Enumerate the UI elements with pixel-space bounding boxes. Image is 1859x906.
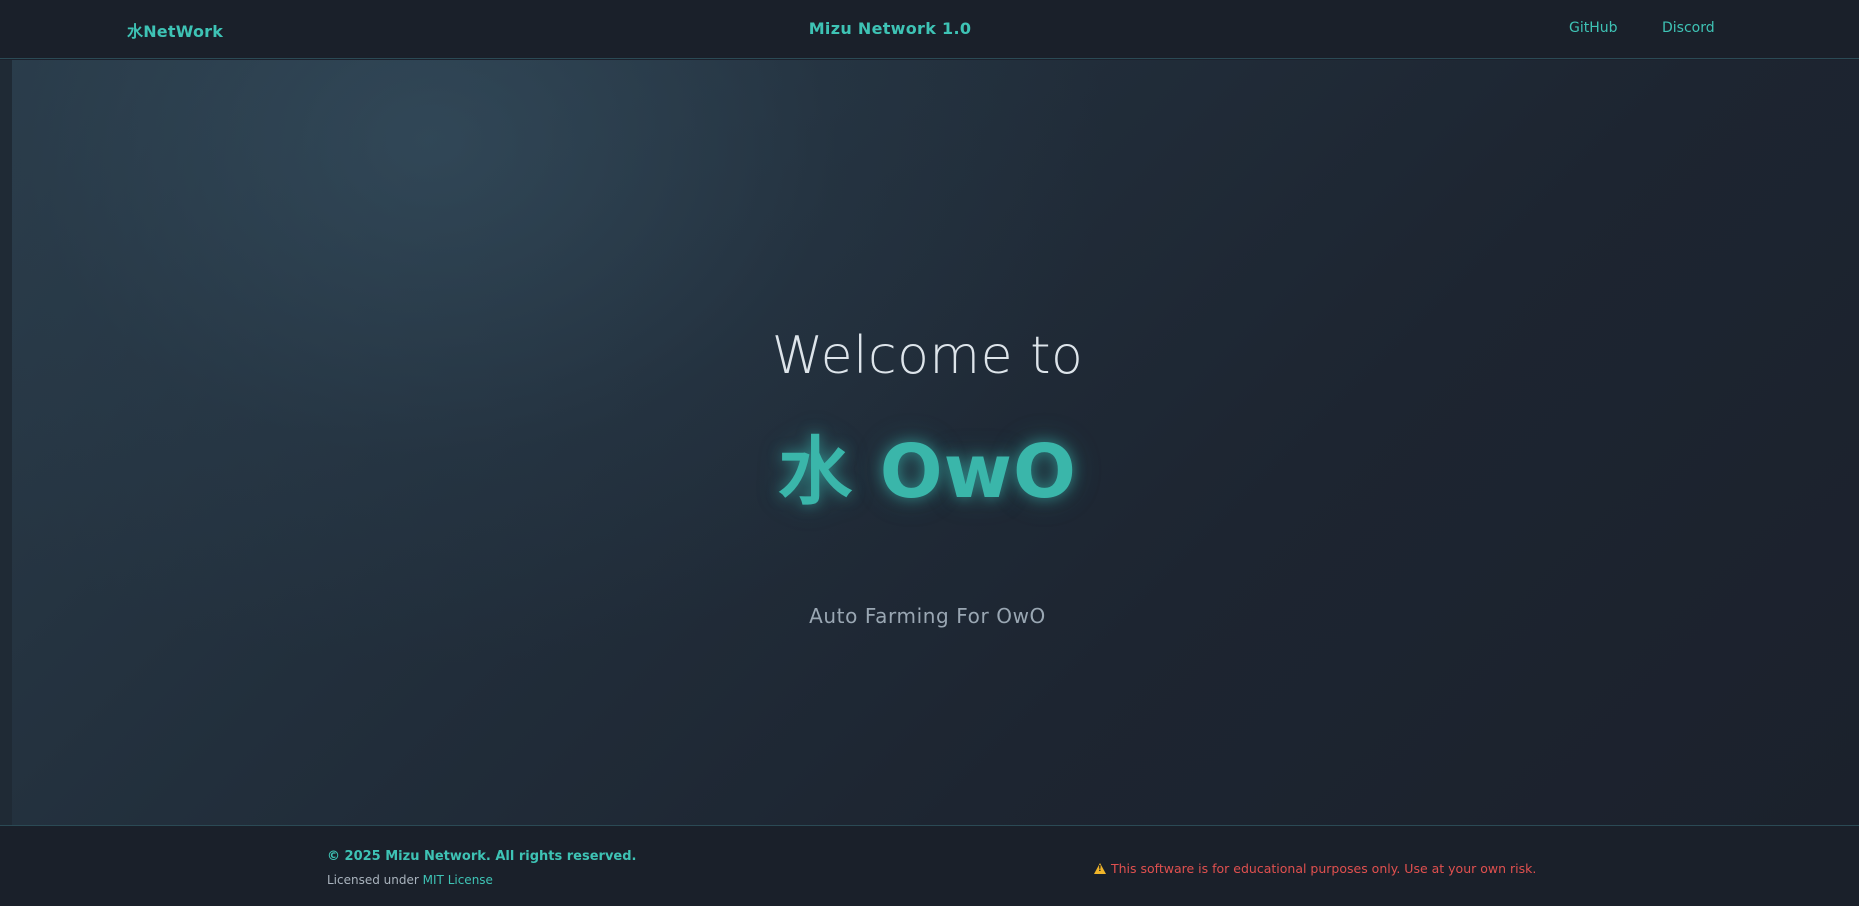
- hero-section: Welcome to 水 OwO Auto Farming For OwO: [0, 60, 1859, 825]
- page: 水NetWork Mizu Network 1.0 GitHub Discord…: [0, 0, 1859, 906]
- hero-title: 水 OwO: [778, 429, 1077, 515]
- license-prefix: Licensed under: [327, 873, 419, 887]
- mit-license-link[interactable]: MIT License: [423, 873, 493, 887]
- warning-icon: [1094, 863, 1106, 874]
- copyright-text: © 2025 Mizu Network. All rights reserved…: [327, 849, 637, 864]
- footer: © 2025 Mizu Network. All rights reserved…: [0, 825, 1859, 906]
- welcome-heading: Welcome to: [771, 326, 1084, 386]
- app-version-title: Mizu Network 1.0: [808, 19, 972, 38]
- disclaimer: This software is for educational purpose…: [1094, 861, 1536, 876]
- hero-tagline: Auto Farming For OwO: [809, 604, 1046, 628]
- nav-link-github[interactable]: GitHub: [1569, 20, 1618, 36]
- license-line: Licensed under MIT License: [327, 873, 493, 887]
- top-navbar: 水NetWork Mizu Network 1.0 GitHub Discord: [0, 0, 1859, 59]
- disclaimer-text: This software is for educational purpose…: [1111, 861, 1537, 876]
- nav-link-discord[interactable]: Discord: [1662, 20, 1715, 36]
